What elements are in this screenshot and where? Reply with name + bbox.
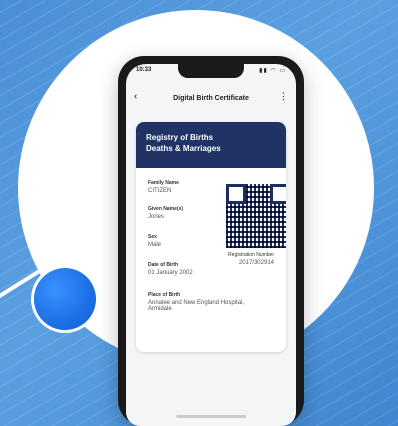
field-sex: Sex Male [148,234,161,248]
status-bar: 10:33 ▮▮ ◠ ▭ [136,67,286,77]
certificate-header-line1: Registry of Births [146,133,214,142]
field-label: Place of Birth [148,292,181,298]
certificate-header: Registry of Births Deaths & Marriages [136,122,286,168]
registration-value: 2017/302914 [238,260,274,266]
status-indicators: ▮▮ ◠ ▭ [259,68,286,74]
field-label: Date of Birth [148,262,178,268]
home-indicator[interactable] [176,415,246,418]
back-chevron-icon[interactable]: ‹ [134,91,137,102]
phone-frame: 10:33 ▮▮ ◠ ▭ ‹ Digital Birth Certificate… [118,56,304,426]
field-value: Jones [148,214,165,220]
more-options-icon[interactable]: ⋮ [279,91,288,102]
field-family-name: Family Name CITIZEN [148,180,179,194]
field-label: Sex [148,234,157,240]
field-label: Family Name [148,180,179,186]
field-value: Male [148,242,162,248]
registration-number: Registration Number 2017/302914 [228,252,274,266]
field-label: Given Name(s) [148,206,184,212]
app-bar: ‹ Digital Birth Certificate ⋮ [126,88,296,108]
field-value: Annalee and New England Hospital, Armida… [148,300,245,312]
blue-dot [34,268,96,330]
field-value: 01 January 2002 [148,270,193,276]
app-title: Digital Birth Certificate [173,94,249,102]
phone-screen: 10:33 ▮▮ ◠ ▭ ‹ Digital Birth Certificate… [126,64,296,426]
field-place-of-birth: Place of Birth Annalee and New England H… [148,292,248,312]
qr-code[interactable] [224,182,286,250]
field-date-of-birth: Date of Birth 01 January 2002 [148,262,193,276]
registration-label: Registration Number [228,252,274,258]
certificate-header-line2: Deaths & Marriages [146,144,221,153]
field-given-names: Given Name(s) Jones [148,206,183,220]
field-value: CITIZEN [148,188,172,194]
status-time: 10:33 [136,67,152,73]
certificate-card: Registry of Births Deaths & Marriages Fa… [136,122,286,352]
